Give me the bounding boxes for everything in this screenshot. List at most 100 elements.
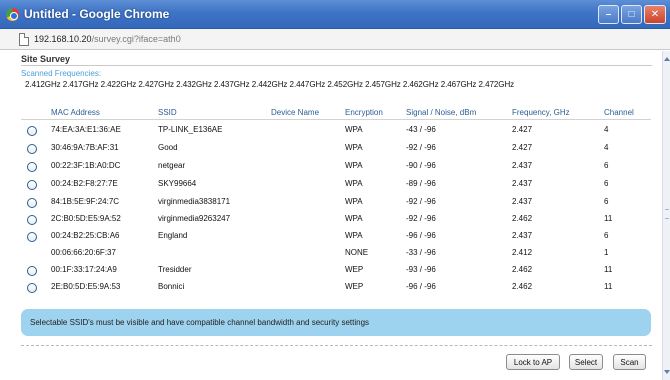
chrome-icon (6, 8, 19, 21)
cell-encryption: WPA (345, 125, 363, 134)
url-text[interactable]: 192.168.10.20/survey.cgi?iface=ath0 (34, 34, 181, 44)
cell-ssid: Bonnici (158, 282, 185, 291)
cell-channel: 6 (604, 231, 609, 240)
cell-frequency: 2.462 (512, 265, 533, 274)
cell-ssid: virginmedia3838171 (158, 197, 231, 206)
select-radio[interactable] (27, 283, 37, 293)
url-host: 192.168.10.20 (34, 34, 92, 44)
scroll-up-icon[interactable] (664, 57, 670, 61)
select-radio[interactable] (27, 266, 37, 276)
scanned-frequencies-list: 2.412GHz 2.417GHz 2.422GHz 2.427GHz 2.43… (25, 80, 515, 89)
header-signal-noise: Signal / Noise, dBm (406, 108, 477, 117)
cell-encryption: WPA (345, 179, 363, 188)
select-radio[interactable] (27, 126, 37, 136)
cell-frequency: 2.412 (512, 248, 533, 257)
page-icon (19, 33, 29, 46)
cell-ssid: virginmedia9263247 (158, 214, 231, 223)
cell-ssid: Good (158, 143, 178, 152)
cell-encryption: WPA (345, 143, 363, 152)
close-button[interactable]: ✕ (644, 5, 666, 24)
cell-frequency: 2.437 (512, 197, 533, 206)
cell-channel: 6 (604, 161, 609, 170)
cell-channel: 11 (604, 214, 613, 223)
select-radio[interactable] (27, 162, 37, 172)
scan-button[interactable]: Scan (613, 354, 646, 370)
cell-signal: -90 / -96 (406, 161, 436, 170)
scroll-down-icon[interactable] (664, 370, 670, 374)
cell-mac: 2C:B0:5D:E5:9A:52 (51, 214, 121, 223)
cell-mac: 00:24:B2:25:CB:A6 (51, 231, 120, 240)
header-encryption: Encryption (345, 108, 383, 117)
lock-to-ap-button[interactable]: Lock to AP (506, 354, 560, 370)
header-device-name: Device Name (271, 108, 320, 117)
cell-encryption: WPA (345, 197, 363, 206)
cell-ssid: TP-LINK_E136AE (158, 125, 223, 134)
cell-encryption: WPA (345, 231, 363, 240)
select-radio[interactable] (27, 232, 37, 242)
cell-mac: 2E:B0:5D:E5:9A:53 (51, 282, 121, 291)
cell-encryption: NONE (345, 248, 369, 257)
header-ssid: SSID (158, 108, 177, 117)
info-notice: Selectable SSID's must be visible and ha… (21, 309, 651, 336)
cell-mac: 00:22:3F:1B:A0:DC (51, 161, 121, 170)
cell-mac: 00:24:B2:F8:27:7E (51, 179, 118, 188)
header-channel: Channel (604, 108, 634, 117)
cell-frequency: 2.462 (512, 214, 533, 223)
cell-ssid: England (158, 231, 188, 240)
footer-divider (21, 345, 652, 346)
cell-signal: -93 / -96 (406, 265, 436, 274)
cell-signal: -33 / -96 (406, 248, 436, 257)
cell-encryption: WEP (345, 282, 364, 291)
cell-ssid: Tresidder (158, 265, 192, 274)
cell-channel: 4 (604, 143, 609, 152)
cell-signal: -43 / -96 (406, 125, 436, 134)
cell-mac: 84:1B:5E:9F:24:7C (51, 197, 120, 206)
vertical-scrollbar[interactable] (662, 51, 670, 380)
cell-channel: 11 (604, 282, 613, 291)
select-radio[interactable] (27, 180, 37, 190)
cell-signal: -92 / -96 (406, 197, 436, 206)
select-button[interactable]: Select (569, 354, 603, 370)
window-titlebar: Untitled - Google Chrome – □ ✕ (0, 0, 670, 29)
scroll-grip-icon[interactable] (665, 209, 669, 219)
cell-encryption: WPA (345, 214, 363, 223)
cell-signal: -96 / -96 (406, 231, 436, 240)
cell-channel: 6 (604, 197, 609, 206)
maximize-button[interactable]: □ (621, 5, 642, 24)
table-header-divider (21, 119, 651, 120)
select-radio[interactable] (27, 215, 37, 225)
cell-channel: 1 (604, 248, 609, 257)
cell-mac: 00:1F:33:17:24:A9 (51, 265, 117, 274)
header-mac-address: MAC Address (51, 108, 100, 117)
minimize-button[interactable]: – (598, 5, 619, 24)
cell-channel: 6 (604, 179, 609, 188)
cell-signal: -92 / -96 (406, 214, 436, 223)
cell-frequency: 2.437 (512, 179, 533, 188)
cell-mac: 00:06:66:20:6F:37 (51, 248, 116, 257)
select-radio[interactable] (27, 144, 37, 154)
cell-signal: -92 / -96 (406, 143, 436, 152)
select-radio[interactable] (27, 198, 37, 208)
cell-mac: 30:46:9A:7B:AF:31 (51, 143, 119, 152)
cell-encryption: WPA (345, 161, 363, 170)
cell-mac: 74:EA:3A:E1:36:AE (51, 125, 121, 134)
scanned-frequencies-label: Scanned Frequencies: (21, 69, 102, 78)
address-bar[interactable]: 192.168.10.20/survey.cgi?iface=ath0 (0, 29, 670, 50)
cell-signal: -89 / -96 (406, 179, 436, 188)
section-title: Site Survey (21, 54, 71, 64)
divider (21, 65, 652, 66)
cell-frequency: 2.462 (512, 282, 533, 291)
cell-frequency: 2.427 (512, 125, 533, 134)
cell-frequency: 2.437 (512, 161, 533, 170)
cell-ssid: netgear (158, 161, 186, 170)
window-controls: – □ ✕ (598, 5, 666, 24)
window-title: Untitled - Google Chrome (24, 7, 170, 21)
cell-encryption: WEP (345, 265, 364, 274)
cell-channel: 11 (604, 265, 613, 274)
notice-text: Selectable SSID's must be visible and ha… (30, 318, 370, 327)
cell-frequency: 2.437 (512, 231, 533, 240)
cell-frequency: 2.427 (512, 143, 533, 152)
header-frequency: Frequency, GHz (512, 108, 570, 117)
cell-signal: -96 / -96 (406, 282, 436, 291)
cell-channel: 4 (604, 125, 609, 134)
